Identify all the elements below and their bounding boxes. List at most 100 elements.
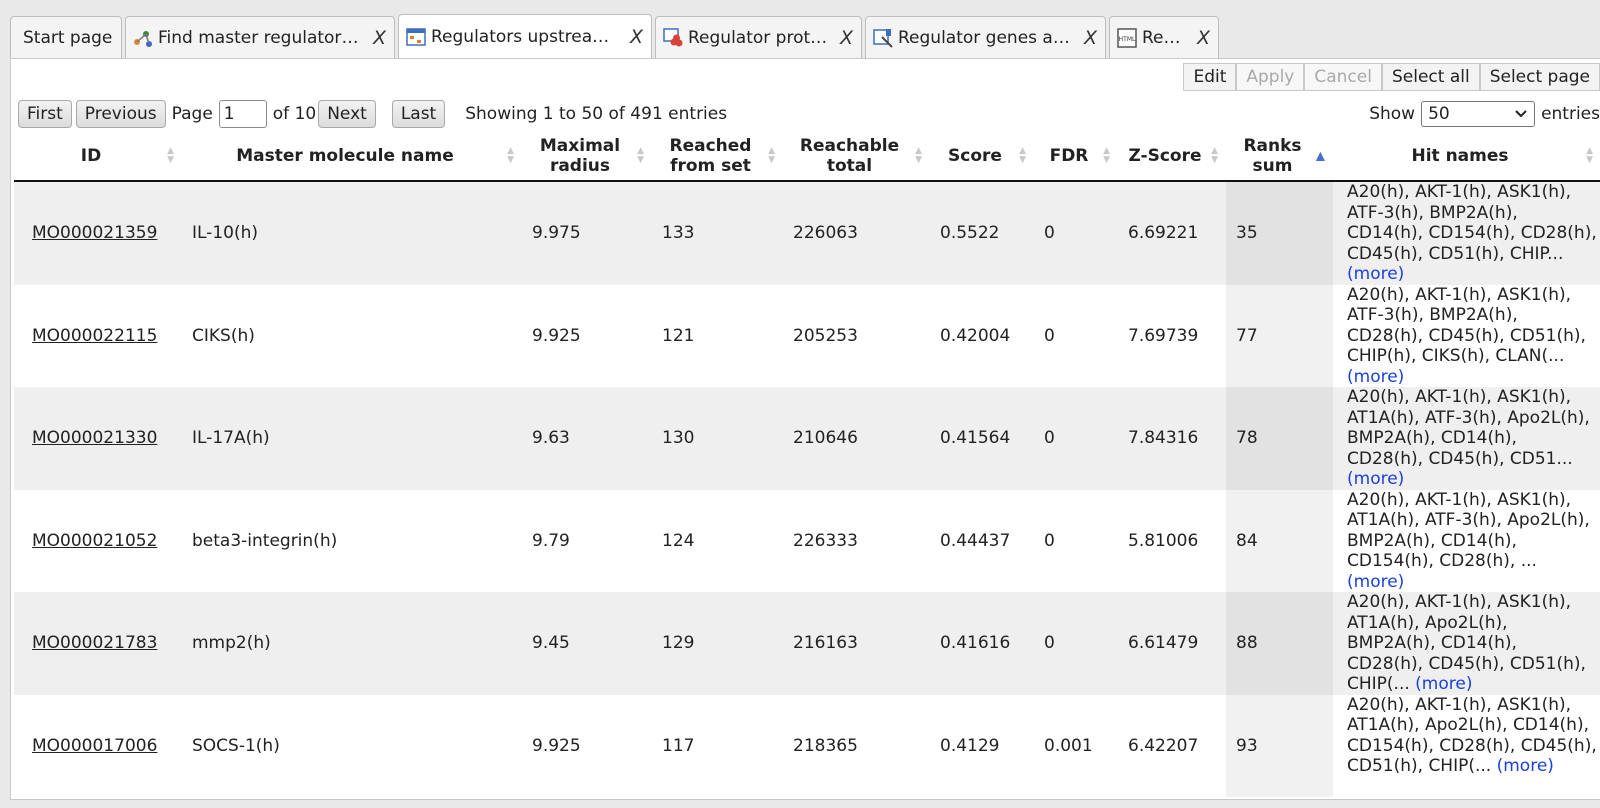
column-header-zscore[interactable]: Z-Score ▲ ▼ (1118, 131, 1226, 182)
cell-reached: 124 (652, 489, 783, 592)
more-link[interactable]: (more) (1415, 674, 1472, 694)
select-page-button[interactable]: Select page (1479, 63, 1600, 91)
cell-reached: 129 (652, 592, 783, 695)
regulators-table: ID ▲ ▼ Master molecule name ▲ ▼ Maximal radius… (14, 131, 1600, 797)
cell-hits: A20(h), AKT-1(h), ASK1(h), AT1A(h), ATF-… (1333, 387, 1600, 490)
close-tab-icon[interactable]: X (840, 27, 853, 49)
pagination: First Previous Page 1 of 10 Next Last Sh… (18, 99, 727, 129)
column-header-label: Z-Score (1128, 145, 1202, 166)
column-header-id[interactable]: ID ▲ ▼ (14, 131, 182, 182)
tab-1[interactable]: Find master regulators i... X (125, 16, 395, 58)
more-link[interactable]: (more) (1347, 264, 1404, 284)
cell-id: MO000021330 (14, 387, 182, 490)
column-header-name[interactable]: Master molecule name ▲ ▼ (182, 131, 522, 182)
molecule-id-link[interactable]: MO000021359 (32, 223, 157, 243)
tab-0[interactable]: Start page (10, 16, 122, 58)
cell-radius: 9.79 (522, 489, 652, 592)
cell-reachable: 226333 (783, 489, 930, 592)
sort-icon: ▲ ▼ (1586, 145, 1593, 165)
sort-icon: ▲ ▼ (1019, 145, 1026, 165)
previous-page-button[interactable]: Previous (75, 100, 166, 128)
cell-score: 0.4129 (930, 694, 1034, 797)
molecule-id-link[interactable]: MO000017006 (32, 736, 157, 756)
column-header-score[interactable]: Score ▲ ▼ (930, 131, 1034, 182)
table-row[interactable]: MO000021359 IL-10(h) 9.975 133 226063 0.5522 0… (14, 181, 1600, 285)
column-header-reached[interactable]: Reached from set ▲ ▼ (652, 131, 783, 182)
cell-reachable: 216163 (783, 592, 930, 695)
column-header-ranks[interactable]: Ranks sum ▲ (1226, 131, 1333, 182)
cell-zscore: 7.84316 (1118, 387, 1226, 490)
cell-id: MO000017006 (14, 694, 182, 797)
tab-5[interactable]: HTML Report X (1109, 16, 1219, 58)
sort-icon: ▲ ▼ (1211, 145, 1218, 165)
cell-zscore: 5.81006 (1118, 489, 1226, 592)
cell-ranks: 93 (1226, 694, 1333, 797)
hit-names-text: A20(h), AKT-1(h), ASK1(h), ATF-3(h), BMP… (1347, 284, 1586, 367)
table-row[interactable]: MO000017006 SOCS-1(h) 9.925 117 218365 0.4129… (14, 694, 1600, 797)
tab-4[interactable]: Regulator genes annot X (865, 16, 1106, 58)
edit-button[interactable]: Edit (1183, 63, 1237, 91)
select-all-button[interactable]: Select all (1381, 63, 1480, 91)
column-header-fdr[interactable]: FDR ▲ ▼ (1034, 131, 1118, 182)
cell-ranks: 88 (1226, 592, 1333, 695)
cell-name: IL-17A(h) (182, 387, 522, 490)
cell-name: SOCS-1(h) (182, 694, 522, 797)
more-link[interactable]: (more) (1347, 572, 1404, 592)
cell-fdr: 0 (1034, 284, 1118, 387)
column-header-label: ID (80, 145, 102, 166)
cell-reached: 121 (652, 284, 783, 387)
molecule-id-link[interactable]: MO000021783 (32, 633, 157, 653)
more-link[interactable]: (more) (1347, 367, 1404, 387)
last-page-button[interactable]: Last (391, 100, 446, 128)
column-header-label: Hit names (1411, 145, 1509, 166)
table-row[interactable]: MO000021783 mmp2(h) 9.45 129 216163 0.41616 0 6… (14, 592, 1600, 695)
close-tab-icon[interactable]: X (373, 27, 386, 49)
table-header-row: ID ▲ ▼ Master molecule name ▲ ▼ Maximal radius… (14, 131, 1600, 182)
cell-ranks: 78 (1226, 387, 1333, 490)
column-header-label: Master molecule name (236, 145, 454, 166)
cell-ranks: 35 (1226, 181, 1333, 285)
molecule-id-link[interactable]: MO000021330 (32, 428, 157, 448)
cell-name: beta3-integrin(h) (182, 489, 522, 592)
apply-button[interactable]: Apply (1236, 63, 1305, 91)
table-row[interactable]: MO000021330 IL-17A(h) 9.63 130 210646 0.41564… (14, 387, 1600, 490)
more-link[interactable]: (more) (1347, 469, 1404, 489)
page-number-input[interactable]: 1 (218, 100, 267, 128)
cell-score: 0.42004 (930, 284, 1034, 387)
close-tab-icon[interactable]: X (630, 26, 643, 48)
sort-icon: ▲ ▼ (507, 145, 514, 165)
column-header-reachable[interactable]: Reachable total ▲ ▼ (783, 131, 930, 182)
close-tab-icon[interactable]: X (1197, 27, 1210, 49)
cell-fdr: 0 (1034, 387, 1118, 490)
cancel-button[interactable]: Cancel (1304, 63, 1382, 91)
next-page-button[interactable]: Next (318, 100, 376, 128)
more-link[interactable]: (more) (1497, 756, 1554, 776)
page-size-value: 50 (1428, 104, 1450, 124)
workflow-icon (132, 27, 154, 49)
molecule-id-link[interactable]: MO000021052 (32, 531, 157, 551)
tab-3[interactable]: Regulator proteins X (655, 16, 862, 58)
page-size-select[interactable]: 50 (1421, 101, 1536, 127)
page-size-control: Show 50 entries (1369, 101, 1600, 127)
cell-zscore: 6.42207 (1118, 694, 1226, 797)
cell-hits: A20(h), AKT-1(h), ASK1(h), ATF-3(h), BMP… (1333, 284, 1600, 387)
first-page-button[interactable]: First (18, 100, 72, 128)
table-row[interactable]: MO000021052 beta3-integrin(h) 9.79 124 22633… (14, 489, 1600, 592)
column-header-label: Reachable total (799, 135, 900, 176)
cell-hits: A20(h), AKT-1(h), ASK1(h), AT1A(h), ATF-… (1333, 489, 1600, 592)
html-icon: HTML (1116, 27, 1138, 49)
cell-radius: 9.925 (522, 284, 652, 387)
column-header-radius[interactable]: Maximal radius ▲ ▼ (522, 131, 652, 182)
cell-zscore: 7.69739 (1118, 284, 1226, 387)
column-header-hits[interactable]: Hit names ▲ ▼ (1333, 131, 1600, 182)
cell-zscore: 6.69221 (1118, 181, 1226, 285)
cell-score: 0.41564 (930, 387, 1034, 490)
cell-radius: 9.925 (522, 694, 652, 797)
table-icon (405, 26, 427, 48)
close-tab-icon[interactable]: X (1084, 27, 1097, 49)
tab-2[interactable]: Regulators upstream 10 X (398, 14, 652, 58)
molecule-id-link[interactable]: MO000022115 (32, 326, 157, 346)
table-row[interactable]: MO000022115 CIKS(h) 9.925 121 205253 0.42004 0… (14, 284, 1600, 387)
cell-reachable: 218365 (783, 694, 930, 797)
cell-reachable: 205253 (783, 284, 930, 387)
